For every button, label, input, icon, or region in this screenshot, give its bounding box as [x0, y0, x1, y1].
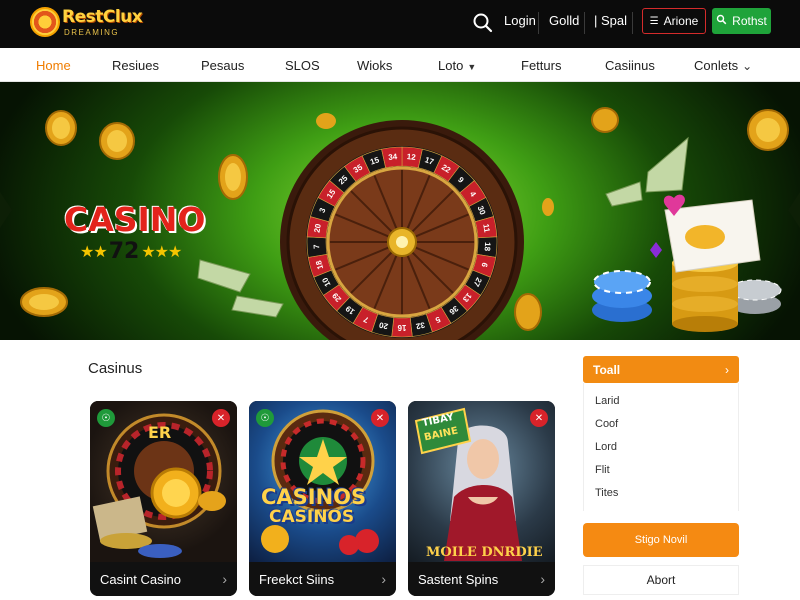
side-panel-header[interactable]: Toall ›	[583, 356, 739, 383]
wheel-number: 34	[388, 152, 398, 162]
game-card-art-text: ER	[148, 423, 172, 442]
nav-item-slos[interactable]: SLOS	[285, 58, 320, 73]
hero-banner[interactable]: 12 17 22 9 4 30 11 18 6 27 13 36 5 32 16 20 7 19 29 10 18 7 20…	[0, 82, 800, 340]
register-button-label: Arione	[663, 14, 699, 28]
coin-icon	[99, 122, 135, 160]
sign-in-button-label: Rothst	[732, 14, 767, 28]
close-icon[interactable]: ✕	[212, 409, 230, 427]
nav-item-home[interactable]: Home	[36, 58, 71, 73]
section-title: Casinus	[88, 360, 143, 377]
roulette-wheel-icon: 12 17229430111862713365321620719291018720…	[280, 120, 524, 340]
hero-prev-arrow-icon	[0, 192, 12, 228]
chevron-right-icon: ›	[540, 571, 545, 587]
nav-item-loto[interactable]: Loto ▼	[438, 58, 476, 73]
banknote-icon	[231, 295, 284, 318]
star-icon: ★★★	[141, 242, 182, 261]
banknote-icon	[197, 259, 251, 293]
nav-item-pesaus[interactable]: Pesaus	[201, 58, 244, 73]
site-logo[interactable]: RestClux DREAMING	[30, 5, 150, 43]
banknote-icon	[605, 181, 643, 207]
logo-badge-icon	[30, 7, 60, 37]
favorite-icon[interactable]: ☉	[256, 409, 274, 427]
game-card-art-text: CASINOS	[261, 485, 367, 509]
coin-icon	[45, 110, 77, 146]
spal-link[interactable]: | Spal	[594, 13, 627, 33]
coin-icon	[316, 113, 336, 129]
nav-item-conlets-label: Conlets	[694, 58, 739, 73]
about-button[interactable]: Abort	[583, 565, 739, 595]
coin-icon	[514, 293, 542, 331]
wheel-number: 18	[483, 242, 492, 252]
close-icon[interactable]: ✕	[371, 409, 389, 427]
close-icon[interactable]: ✕	[530, 409, 548, 427]
coin-icon	[747, 109, 789, 151]
divider	[538, 12, 539, 34]
game-card-art-text: CASINOS	[269, 507, 355, 527]
game-card[interactable]: CASINOS CASINOS ☉ ✕ Freekct Siins ›	[249, 401, 396, 596]
side-item-lord[interactable]: Lord	[595, 441, 617, 453]
chevron-down-icon: ⌄	[742, 59, 753, 73]
wheel-number: 12	[406, 152, 416, 162]
gold-link[interactable]: Golld	[549, 13, 579, 33]
chevron-down-icon: ▼	[467, 62, 477, 72]
coin-icon	[218, 154, 248, 200]
game-card-art-text: MOILE DNRDIE	[426, 545, 543, 560]
divider	[632, 12, 633, 34]
game-card-label: Sastent Spins	[418, 571, 499, 587]
nav-item-resiues[interactable]: Resiues	[112, 58, 159, 73]
nav-item-wioks[interactable]: Wioks	[357, 58, 392, 73]
wheel-number: 16	[397, 323, 406, 332]
game-card-label: Freekct Siins	[259, 571, 335, 587]
game-card-label: Casint Casino	[100, 571, 181, 587]
playing-card-icon	[664, 199, 761, 273]
chevron-right-icon: ›	[381, 571, 386, 587]
login-link[interactable]: Login	[504, 13, 536, 33]
side-item-coof[interactable]: Coof	[595, 418, 618, 430]
chevron-right-icon: ›	[222, 571, 227, 587]
hero-number: 72	[108, 239, 140, 264]
logo-text: RestClux	[62, 7, 143, 27]
chevron-right-icon: ›	[725, 362, 729, 377]
game-card-footer: Freekct Siins ›	[249, 562, 396, 596]
nav-item-conlets[interactable]: Conlets ⌄	[694, 58, 752, 73]
side-item-tites[interactable]: Tites	[595, 487, 618, 499]
hero-title: CASINO	[64, 200, 206, 239]
game-card[interactable]: ER ☉ ✕ Casint Casino ›	[90, 401, 237, 596]
list-icon: ☰	[649, 15, 659, 27]
divider	[584, 12, 585, 34]
nav-item-fetturs[interactable]: Fetturs	[521, 58, 561, 73]
hero-next-arrow-icon	[788, 192, 800, 228]
clover-icon	[650, 242, 662, 258]
side-item-larid[interactable]: Larid	[595, 395, 619, 407]
side-item-flit[interactable]: Flit	[595, 464, 610, 476]
main-nav: Home Resiues Pesaus SLOS Wioks Loto ▼ Fet…	[0, 48, 800, 82]
sign-in-button[interactable]: Rothst	[712, 8, 771, 34]
nav-item-loto-label: Loto	[438, 58, 464, 73]
game-card-footer: Casint Casino ›	[90, 562, 237, 596]
favorite-icon[interactable]: ☉	[97, 409, 115, 427]
logo-tagline: DREAMING	[64, 28, 120, 37]
banknote-icon	[645, 136, 689, 193]
sign-up-button[interactable]: Stigo Novil	[583, 523, 739, 557]
side-panel-title: Toall	[593, 362, 621, 377]
search-icon[interactable]	[470, 10, 496, 36]
register-button[interactable]: ☰ Arione	[642, 8, 706, 34]
hero-rating: ★★ 72 ★★★	[80, 239, 182, 264]
search-small-icon	[716, 14, 727, 28]
game-card-footer: Sastent Spins ›	[408, 562, 555, 596]
coin-icon	[542, 198, 554, 216]
coin-icon	[591, 107, 619, 133]
top-bar: RestClux DREAMING Login Golld | Spal ☰ A…	[0, 0, 800, 48]
game-card[interactable]: TIBAY BAINE MOILE DNRDIE ✕ Sastent Spins…	[408, 401, 555, 596]
star-icon: ★★	[80, 242, 108, 261]
nav-item-casinus[interactable]: Casiinus	[605, 58, 655, 73]
coin-icon	[20, 287, 68, 317]
